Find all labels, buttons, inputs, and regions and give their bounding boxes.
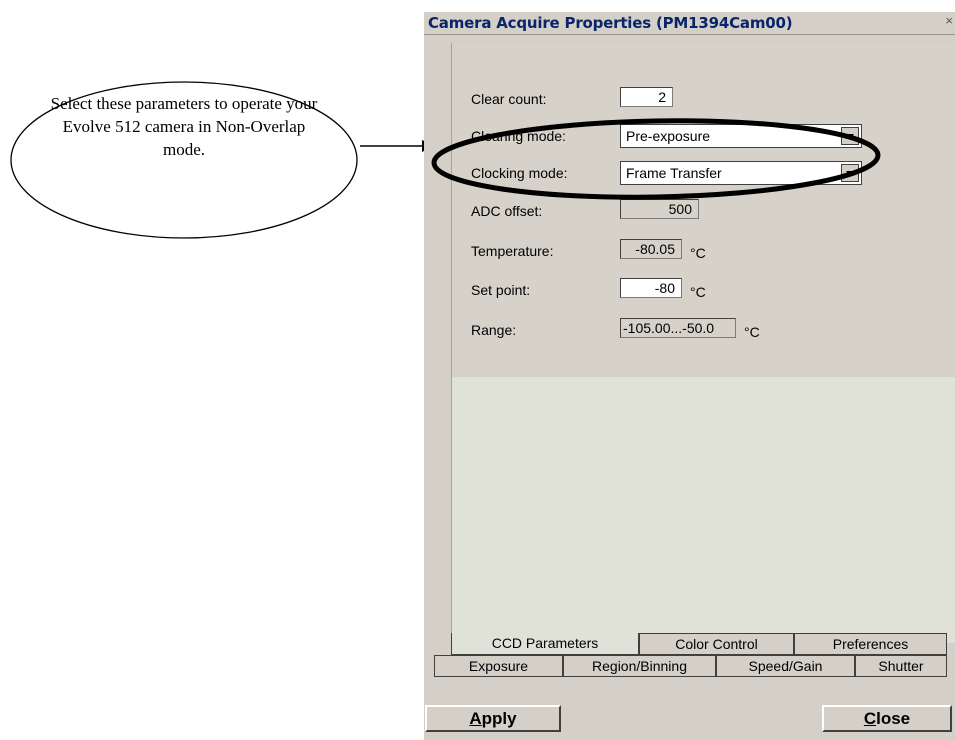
clocking-mode-label: Clocking mode: <box>471 165 568 181</box>
clear-count-label: Clear count: <box>471 91 547 107</box>
window-title: Camera Acquire Properties (PM1394Cam00) <box>428 14 793 32</box>
adc-offset-value: 500 <box>620 199 699 219</box>
temperature-label: Temperature: <box>471 243 554 259</box>
tab-ccd-parameters[interactable]: CCD Parameters <box>451 633 639 655</box>
clearing-mode-select[interactable]: Pre-exposure <box>620 124 862 148</box>
camera-acquire-dialog: Camera Acquire Properties (PM1394Cam00) … <box>424 12 955 740</box>
set-point-row: Set point: -80 °C <box>471 278 771 302</box>
clearing-mode-row: Clearing mode: Pre-exposure <box>471 124 871 148</box>
tab-region-binning[interactable]: Region/Binning <box>563 655 716 677</box>
set-point-unit: °C <box>690 284 706 300</box>
temperature-unit: °C <box>690 245 706 261</box>
close-window-icon[interactable]: × <box>945 13 953 28</box>
tab-shutter[interactable]: Shutter <box>855 655 947 677</box>
set-point-input[interactable]: -80 <box>620 278 682 298</box>
callout-text: Select these parameters to operate your … <box>50 94 318 159</box>
range-unit: °C <box>744 324 760 340</box>
temperature-row: Temperature: -80.05 °C <box>471 239 771 263</box>
tab-exposure[interactable]: Exposure <box>434 655 563 677</box>
title-bar: Camera Acquire Properties (PM1394Cam00) … <box>424 12 955 35</box>
clocking-mode-value: Frame Transfer <box>626 165 722 181</box>
chevron-down-icon[interactable] <box>841 164 859 182</box>
clearing-mode-value: Pre-exposure <box>626 128 711 144</box>
set-point-label: Set point: <box>471 282 531 298</box>
range-row: Range: -105.00...-50.0 °C <box>471 318 791 342</box>
clocking-mode-select[interactable]: Frame Transfer <box>620 161 862 185</box>
tab-preferences[interactable]: Preferences <box>794 633 947 655</box>
chevron-down-icon[interactable] <box>841 127 859 145</box>
range-value: -105.00...-50.0 <box>620 318 736 338</box>
range-label: Range: <box>471 322 517 338</box>
clearing-mode-label: Clearing mode: <box>471 128 566 144</box>
temperature-value: -80.05 <box>620 239 682 259</box>
apply-button[interactable]: Apply <box>425 705 561 732</box>
tab-color-control[interactable]: Color Control <box>639 633 794 655</box>
tab-speed-gain[interactable]: Speed/Gain <box>716 655 855 677</box>
annotation-callout: Select these parameters to operate your … <box>9 80 360 240</box>
adc-offset-label: ADC offset: <box>471 203 543 219</box>
clear-count-input[interactable]: 2 <box>620 87 673 107</box>
close-button[interactable]: Close <box>822 705 952 732</box>
ccd-parameters-panel: Clear count: 2 Clearing mode: Pre-exposu… <box>451 43 955 643</box>
clocking-mode-row: Clocking mode: Frame Transfer <box>471 161 871 185</box>
